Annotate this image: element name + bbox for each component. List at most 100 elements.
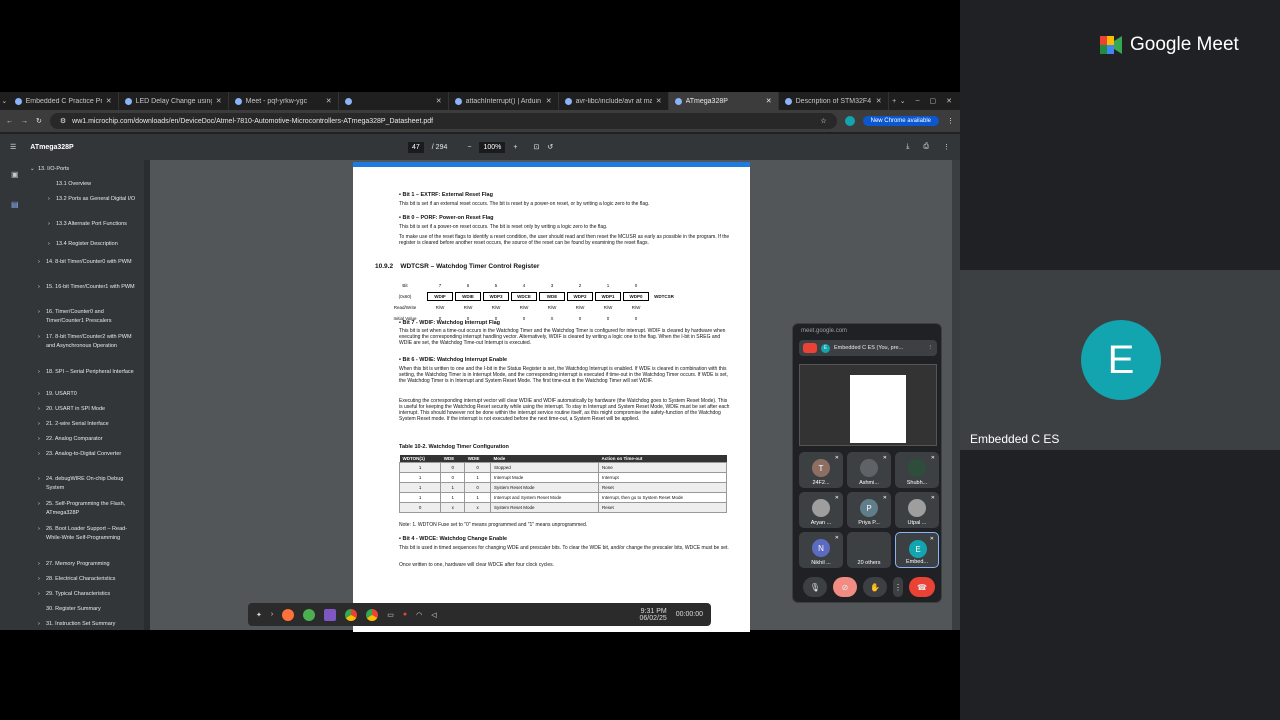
- expand-chevron-icon[interactable]: ›: [48, 220, 50, 229]
- back-icon[interactable]: ←: [6, 118, 13, 125]
- participant-tile[interactable]: Aryan ... ✕: [799, 492, 843, 528]
- expand-chevron-icon[interactable]: ›: [38, 420, 40, 429]
- minimize-icon[interactable]: –: [916, 97, 920, 105]
- chrome-icon-2[interactable]: [366, 608, 379, 621]
- browser-tab[interactable]: Description of STM32F4 H ✕: [779, 92, 889, 110]
- end-call-button[interactable]: ☎: [909, 577, 935, 597]
- page-number-input[interactable]: 47: [408, 141, 424, 153]
- expand-chevron-icon[interactable]: ›: [38, 525, 40, 534]
- zoom-in-icon[interactable]: +: [513, 144, 517, 151]
- expand-chevron-icon[interactable]: ›: [38, 590, 40, 599]
- outline-item[interactable]: › 31. Instruction Set Summary: [38, 620, 138, 629]
- arrow-icon[interactable]: ›: [271, 611, 273, 618]
- close-tab-icon[interactable]: ✕: [546, 97, 552, 105]
- expand-chevron-icon[interactable]: ›: [38, 258, 40, 267]
- viewer-scrollbar[interactable]: [952, 160, 960, 630]
- close-tab-icon[interactable]: ✕: [656, 97, 662, 105]
- close-tab-icon[interactable]: ✕: [876, 97, 882, 105]
- outline-item[interactable]: › 26. Boot Loader Support – Read-While-Wr…: [38, 525, 138, 543]
- outline-item[interactable]: 13.1 Overview: [56, 180, 138, 189]
- volume-icon[interactable]: ◁: [431, 611, 436, 619]
- expand-chevron-icon[interactable]: ›: [38, 475, 40, 484]
- bookmark-star-icon[interactable]: ☆: [820, 117, 826, 125]
- outline-item[interactable]: › 23. Analog-to-Digital Converter: [38, 450, 138, 459]
- zoom-input[interactable]: 100%: [479, 141, 506, 153]
- expand-chevron-icon[interactable]: ›: [38, 308, 40, 317]
- rotate-icon[interactable]: ↺: [547, 143, 553, 151]
- camera-off-icon[interactable]: ⊘: [833, 577, 857, 597]
- outline-item[interactable]: › 15. 16-bit Timer/Counter1 with PWM: [38, 283, 138, 292]
- participant-tile[interactable]: Shubh... ✕: [895, 452, 939, 488]
- print-icon[interactable]: ⎙: [923, 143, 929, 151]
- outline-item[interactable]: › 27. Memory Programming: [38, 560, 138, 569]
- participant-tile[interactable]: Utpal ... ✕: [895, 492, 939, 528]
- close-tab-icon[interactable]: ✕: [436, 97, 442, 105]
- expand-chevron-icon[interactable]: ›: [38, 283, 40, 292]
- participant-tile[interactable]: 20 others: [847, 532, 891, 568]
- app-green-icon[interactable]: [303, 608, 316, 621]
- close-window-icon[interactable]: ✕: [946, 97, 952, 105]
- outline-item[interactable]: › 14. 8-bit Timer/Counter0 with PWM: [38, 258, 138, 267]
- close-tab-icon[interactable]: ✕: [216, 97, 222, 105]
- raise-hand-icon[interactable]: ✋: [863, 577, 887, 597]
- expand-chevron-icon[interactable]: ›: [48, 240, 50, 249]
- zoom-out-icon[interactable]: −: [467, 144, 471, 151]
- browser-tab[interactable]: Meet - pqf-yrkw-ygc ✕: [229, 92, 339, 110]
- outline-item[interactable]: › 17. 8-bit Timer/Counter2 with PWM and A…: [38, 333, 138, 351]
- outline-item[interactable]: › 13.2 Ports as General Digital I/O: [48, 195, 138, 204]
- outline-item[interactable]: › 25. Self-Programming the Flash, ATmega3…: [38, 500, 138, 518]
- kebab-menu-icon[interactable]: ⋮: [947, 117, 954, 125]
- show-desktop-icon[interactable]: ▭: [387, 611, 394, 619]
- url-field[interactable]: ⚙ ww1.microchip.com/downloads/en/DeviceD…: [49, 113, 837, 129]
- expand-chevron-icon[interactable]: ›: [38, 575, 40, 584]
- profile-avatar[interactable]: [844, 116, 855, 126]
- participant-tile[interactable]: E Embed... ✕: [895, 532, 939, 568]
- close-tab-icon[interactable]: ✕: [326, 97, 332, 105]
- site-info-icon[interactable]: ⚙: [60, 117, 66, 125]
- new-chrome-button[interactable]: New Chrome available: [862, 116, 939, 126]
- expand-chevron-icon[interactable]: ›: [38, 405, 40, 414]
- participant-tile[interactable]: T 24F2... ✕: [799, 452, 843, 488]
- browser-tab[interactable]: Embedded C Practice Prog ✕: [9, 92, 119, 110]
- expand-chevron-icon[interactable]: ›: [48, 195, 50, 204]
- participant-tile[interactable]: N Nikhil ... ✕: [799, 532, 843, 568]
- start-icon[interactable]: ✦: [256, 611, 262, 619]
- new-tab-button[interactable]: +: [889, 98, 900, 105]
- wifi-icon[interactable]: ◠: [416, 611, 422, 619]
- outline-item[interactable]: › 18. SPI – Serial Peripheral Interface: [38, 368, 138, 377]
- more-icon[interactable]: ⋮: [893, 577, 903, 597]
- fit-page-icon[interactable]: ⊡: [533, 143, 539, 151]
- expand-chevron-icon[interactable]: ›: [38, 390, 40, 399]
- outline-item[interactable]: › 20. USART in SPI Mode: [38, 405, 138, 414]
- participant-tile[interactable]: Ashmi... ✕: [847, 452, 891, 488]
- outline-item[interactable]: › 13.3 Alternate Port Functions: [48, 220, 138, 229]
- expand-chevron-icon[interactable]: ⌄: [30, 165, 35, 174]
- outline-item[interactable]: › 13.4 Register Description: [48, 240, 138, 249]
- maximize-icon[interactable]: ▢: [930, 97, 937, 105]
- hamburger-menu-icon[interactable]: ☰: [10, 143, 16, 151]
- tab-search-icon[interactable]: ⌄: [0, 97, 9, 105]
- outline-item[interactable]: › 22. Analog Comparator: [38, 435, 138, 444]
- expand-chevron-icon[interactable]: ›: [38, 368, 40, 377]
- forward-icon[interactable]: →: [21, 118, 28, 125]
- app-purple-icon[interactable]: [324, 608, 337, 621]
- outline-icon[interactable]: ▤: [11, 200, 19, 209]
- reload-icon[interactable]: ↻: [36, 117, 42, 125]
- presenting-icon[interactable]: [803, 343, 817, 353]
- chrome-icon[interactable]: [345, 608, 358, 621]
- more-options-icon[interactable]: ⋮: [943, 143, 950, 151]
- close-tab-icon[interactable]: ✕: [766, 97, 772, 105]
- popup-menu-icon[interactable]: ⋮: [928, 345, 934, 351]
- expand-chevron-icon[interactable]: ›: [38, 435, 40, 444]
- outline-item[interactable]: › 19. USART0: [38, 390, 138, 399]
- thumbnails-icon[interactable]: ▣: [11, 170, 19, 179]
- expand-chevron-icon[interactable]: ›: [38, 333, 40, 342]
- clock[interactable]: 9:31 PM 06/02/25: [640, 608, 667, 622]
- chevron-down-icon[interactable]: ⌄: [900, 97, 906, 105]
- outline-item[interactable]: 30. Register Summary: [46, 605, 138, 614]
- expand-chevron-icon[interactable]: ›: [38, 450, 40, 459]
- expand-chevron-icon[interactable]: ›: [38, 620, 40, 629]
- mic-icon[interactable]: 🎙: [803, 577, 827, 597]
- download-icon[interactable]: ⤓: [906, 143, 909, 151]
- browser-tab[interactable]: LED Delay Change using ✕: [119, 92, 229, 110]
